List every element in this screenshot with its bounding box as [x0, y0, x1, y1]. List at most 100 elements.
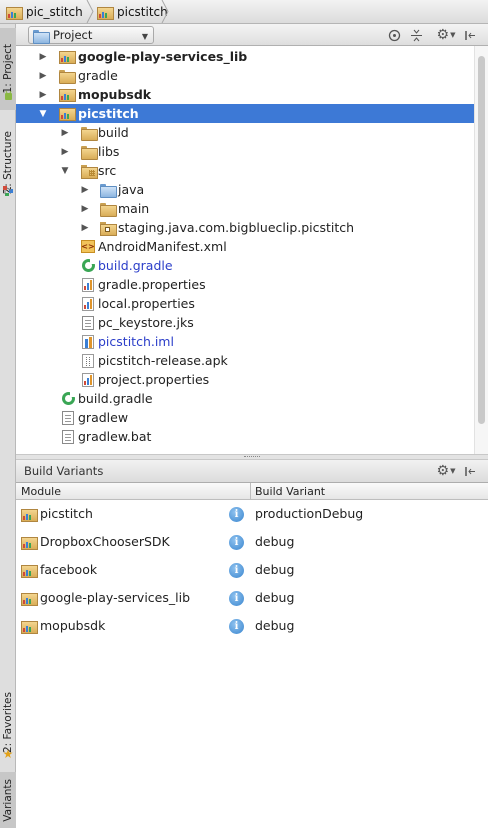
expand-arrow-icon[interactable]: ▶: [80, 218, 90, 237]
properties-icon: [80, 277, 96, 292]
xml-icon: <>: [81, 240, 95, 253]
iml-icon: [80, 334, 96, 349]
tab-build-variants[interactable]: Variants: [0, 772, 16, 828]
view-mode-dropdown[interactable]: Project ▼: [28, 26, 154, 44]
table-row[interactable]: picstitch i productionDebug: [16, 501, 488, 529]
build-variant-select[interactable]: debug: [255, 534, 294, 549]
gear-icon[interactable]: ⚙ ▼: [434, 27, 458, 43]
tree-item-gradlew-bat[interactable]: gradlew.bat: [16, 427, 474, 446]
folder-icon: [80, 125, 98, 141]
tree-item-picstitch-iml[interactable]: picstitch.iml: [16, 332, 474, 351]
tree-item-label: picstitch-release.apk: [98, 353, 228, 368]
info-icon[interactable]: i: [229, 619, 244, 634]
folder-icon: [80, 144, 98, 160]
tree-item-pc-keystore[interactable]: pc_keystore.jks: [16, 313, 474, 332]
collapse-arrow-icon[interactable]: ▼: [38, 104, 48, 123]
collapse-all-icon[interactable]: [408, 27, 424, 43]
module-icon: [20, 535, 38, 550]
build-variant-select[interactable]: productionDebug: [255, 506, 363, 521]
module-name: DropboxChooserSDK: [40, 534, 170, 549]
module-name: google-play-services_lib: [40, 590, 191, 605]
tree-item-build[interactable]: ▶ build: [16, 123, 474, 142]
tree-item-local-properties[interactable]: local.properties: [16, 294, 474, 313]
tab-label: Variants: [2, 778, 14, 822]
package-folder-icon: [99, 220, 117, 236]
expand-arrow-icon[interactable]: ▶: [80, 180, 90, 199]
info-icon[interactable]: i: [229, 507, 244, 522]
collapse-arrow-icon[interactable]: ▼: [60, 161, 70, 180]
properties-icon: [80, 296, 96, 311]
hide-icon[interactable]: [462, 27, 478, 43]
breadcrumb-item-project[interactable]: pic_stitch: [6, 0, 83, 23]
expand-arrow-icon[interactable]: ▶: [80, 199, 90, 218]
expand-arrow-icon[interactable]: ▶: [60, 123, 70, 142]
column-header-build-variant[interactable]: Build Variant: [255, 485, 325, 498]
info-icon[interactable]: i: [229, 563, 244, 578]
tree-item-label: gradle: [78, 68, 118, 83]
build-variants-header: Build Variants ⚙ ▼: [16, 460, 488, 483]
info-icon[interactable]: i: [229, 591, 244, 606]
tab-label: 2: Favorites: [2, 691, 14, 753]
project-tree[interactable]: ▶ google-play-services_lib ▶ gradle ▶ mo…: [16, 46, 474, 454]
table-row[interactable]: google-play-services_lib i debug: [16, 585, 488, 613]
column-header-module[interactable]: Module: [21, 485, 61, 498]
tree-item-libs[interactable]: ▶ libs: [16, 142, 474, 161]
tree-item-project-properties[interactable]: project.properties: [16, 370, 474, 389]
module-name: picstitch: [40, 506, 93, 521]
tab-label: 1: Project: [2, 44, 14, 94]
chevron-right-icon: [86, 0, 94, 23]
tool-window-strip: 1: Project Z: Structure 2: Favorites ★ V…: [0, 24, 16, 828]
tree-item-main[interactable]: ▶ main: [16, 199, 474, 218]
tree-item-release-apk[interactable]: picstitch-release.apk: [16, 351, 474, 370]
module-icon: [20, 507, 38, 522]
table-row[interactable]: mopubsdk i debug: [16, 613, 488, 641]
chevron-right-icon: [161, 0, 169, 23]
gear-icon[interactable]: ⚙ ▼: [434, 463, 458, 479]
folder-icon: [6, 5, 23, 20]
tree-item-gradle-properties[interactable]: gradle.properties: [16, 275, 474, 294]
scrollbar-thumb[interactable]: [478, 56, 485, 424]
tree-item-gradlew[interactable]: gradlew: [16, 408, 474, 427]
tree-item-label: build: [98, 125, 129, 140]
tree-item-label: gradlew.bat: [78, 429, 152, 444]
tree-item-android-manifest[interactable]: <> AndroidManifest.xml: [16, 237, 474, 256]
tree-item-java[interactable]: ▶ java: [16, 180, 474, 199]
tree-item-gradle[interactable]: ▶ gradle: [16, 66, 474, 85]
splitter-grip[interactable]: [244, 456, 260, 458]
module-icon: [58, 49, 76, 64]
expand-arrow-icon[interactable]: ▶: [38, 66, 48, 85]
expand-arrow-icon[interactable]: ▶: [38, 47, 48, 66]
breadcrumb-item-module[interactable]: picstitch: [97, 0, 168, 23]
tree-item-label: java: [118, 182, 145, 197]
tree-item-google-play-services-lib[interactable]: ▶ google-play-services_lib: [16, 47, 474, 66]
hide-icon[interactable]: [462, 463, 478, 479]
table-row[interactable]: facebook i debug: [16, 557, 488, 585]
tree-item-label: build.gradle: [98, 258, 173, 273]
folder-icon: [99, 201, 117, 217]
tree-item-root-build-gradle[interactable]: build.gradle: [16, 389, 474, 408]
gradle-icon: [80, 258, 96, 273]
tree-item-picstitch[interactable]: ▼ picstitch: [16, 104, 474, 123]
build-variant-select[interactable]: debug: [255, 618, 294, 633]
breadcrumb-label: pic_stitch: [26, 4, 83, 19]
build-variant-select[interactable]: debug: [255, 590, 294, 605]
tree-item-staging[interactable]: ▶ staging.java.com.bigblueclip.picstitch: [16, 218, 474, 237]
tree-item-label: AndroidManifest.xml: [98, 239, 227, 254]
tree-item-label: main: [118, 201, 150, 216]
column-divider[interactable]: [250, 483, 251, 500]
file-icon: [60, 410, 76, 425]
tree-item-label: src: [98, 163, 117, 178]
tree-scrollbar[interactable]: [474, 46, 488, 454]
tree-item-build-gradle[interactable]: build.gradle: [16, 256, 474, 275]
table-row[interactable]: DropboxChooserSDK i debug: [16, 529, 488, 557]
tree-item-label: build.gradle: [78, 391, 153, 406]
tree-item-src[interactable]: ▼ src: [16, 161, 474, 180]
target-icon[interactable]: [386, 27, 402, 43]
tree-item-label: google-play-services_lib: [78, 49, 248, 64]
info-icon[interactable]: i: [229, 535, 244, 550]
tree-item-mopubsdk[interactable]: ▶ mopubsdk: [16, 85, 474, 104]
build-variant-select[interactable]: debug: [255, 562, 294, 577]
expand-arrow-icon[interactable]: ▶: [38, 85, 48, 104]
build-variants-table: Module Build Variant picstitch i product…: [16, 483, 488, 828]
expand-arrow-icon[interactable]: ▶: [60, 142, 70, 161]
